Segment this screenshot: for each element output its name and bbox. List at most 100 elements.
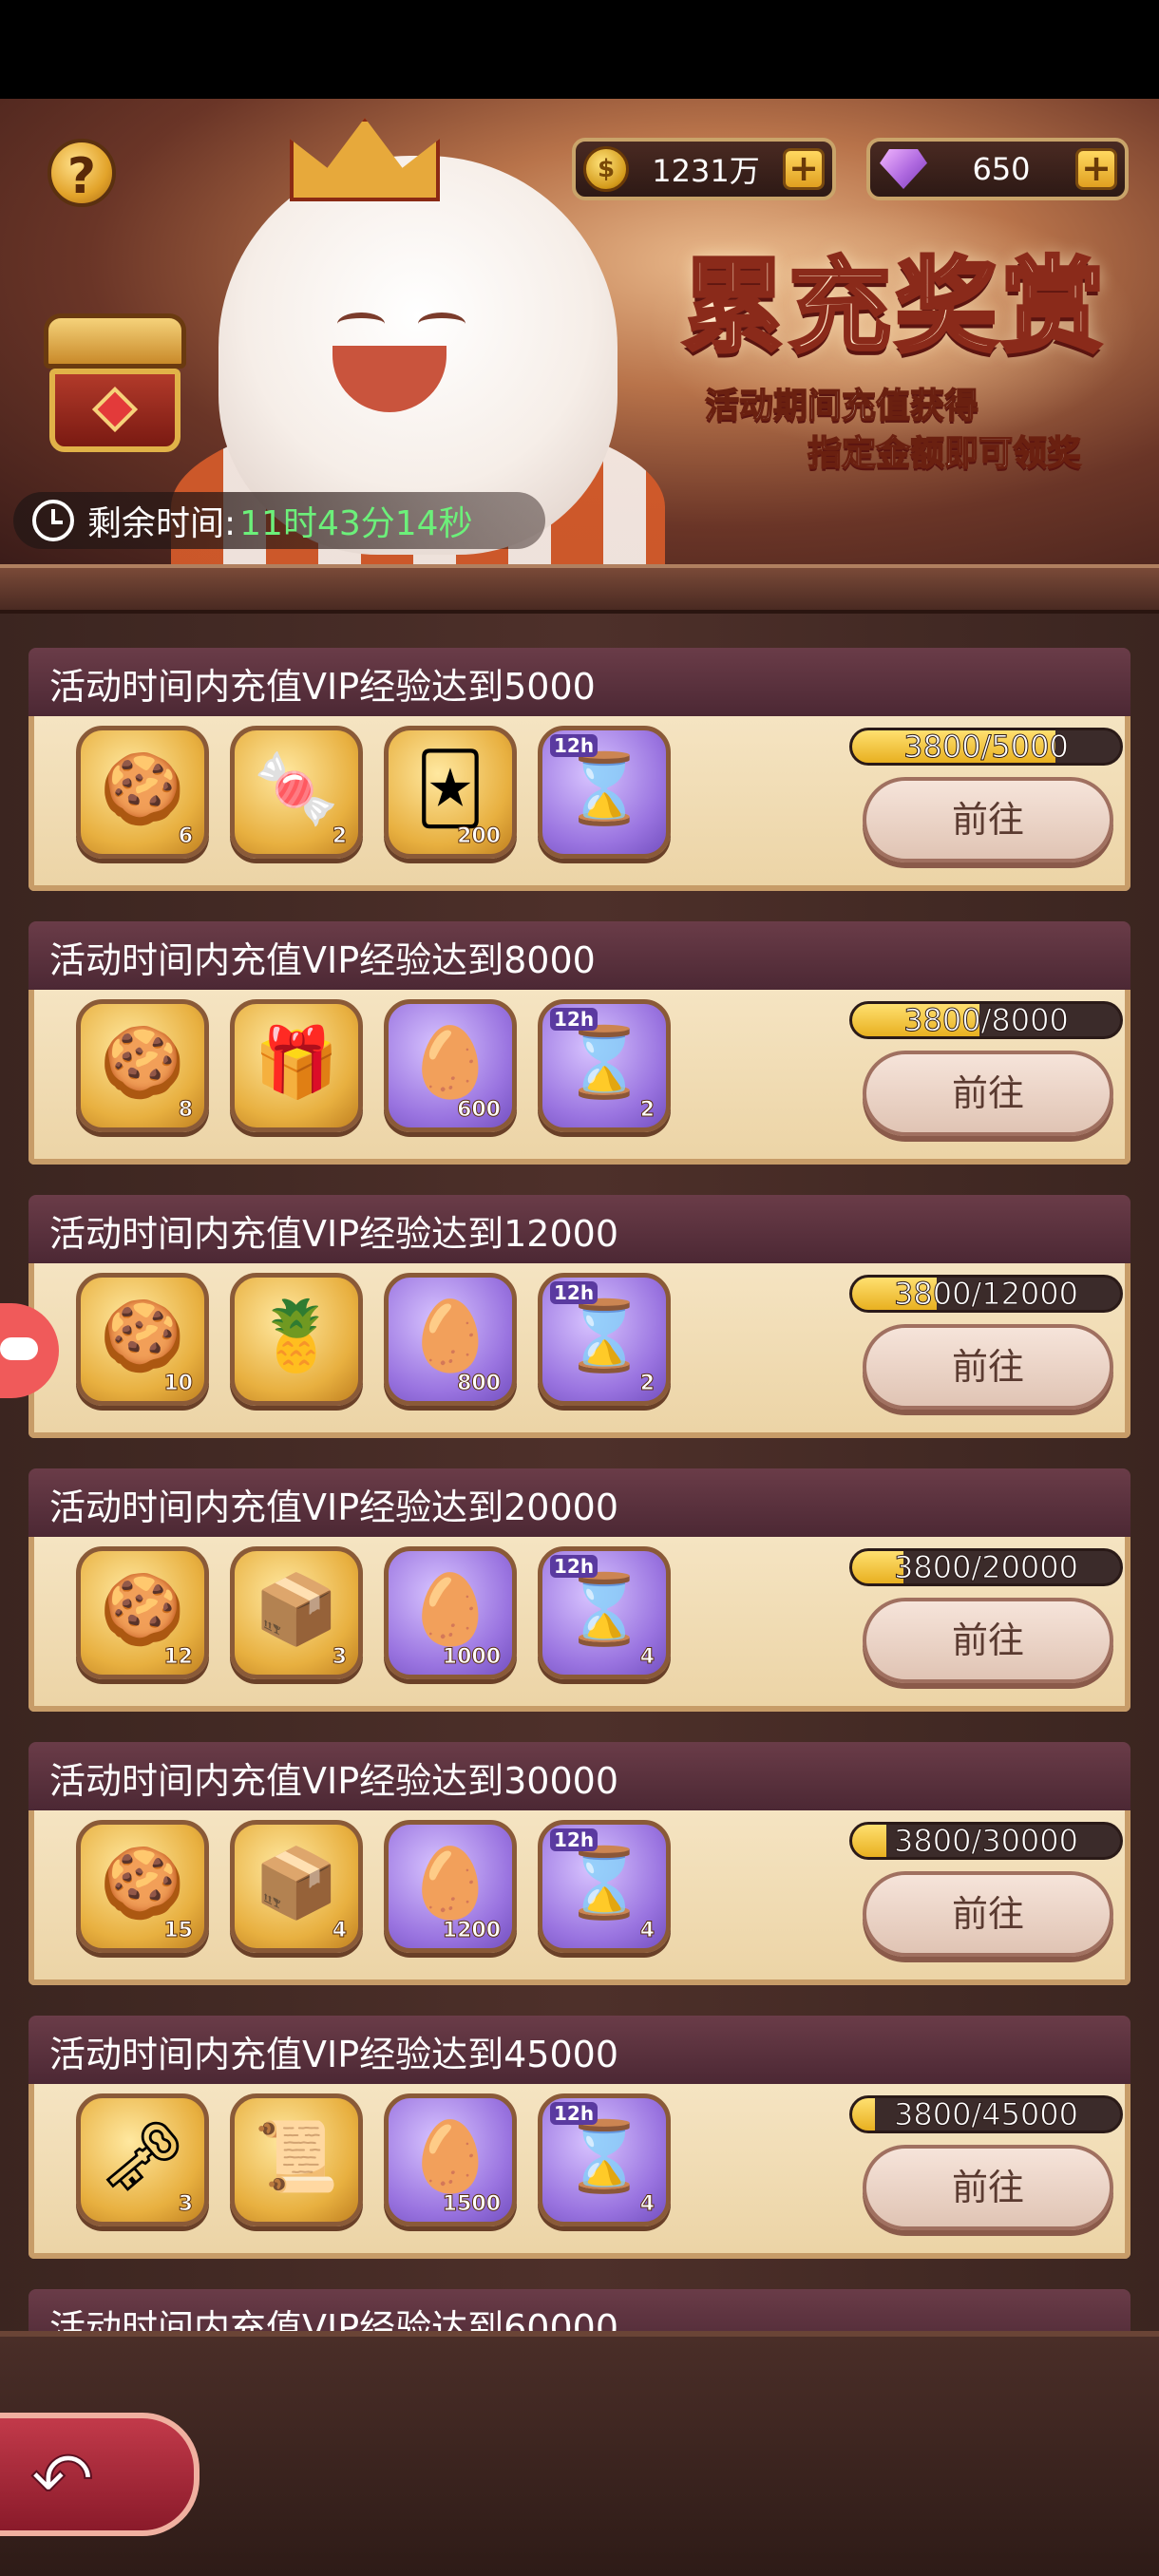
reward-item[interactable]: ⌛ 12h 2 — [538, 1273, 671, 1406]
go-button[interactable]: 前往 — [863, 1051, 1113, 1136]
reward-quantity: 4 — [639, 1919, 655, 1943]
help-button[interactable]: ? — [48, 139, 116, 207]
task-header: 活动时间内充值VIP经验达到12000 — [28, 1195, 1130, 1263]
reward-quantity: 3 — [178, 2192, 193, 2217]
reward-item[interactable]: 📦 4 — [230, 1820, 363, 1953]
gold-currency: $ 1231万 + — [572, 138, 836, 200]
task-card: 活动时间内充值VIP经验达到5000 🍪 6 🍬 2 🃏 200 ⌛ 12h 3800/5000 前… — [28, 614, 1130, 891]
reward-item[interactable]: 🥚 1200 — [384, 1820, 517, 1953]
task-label: 活动时间内充值VIP经验达到45000 — [49, 2034, 619, 2075]
reward-item[interactable]: 🍪 8 — [76, 999, 209, 1132]
reward-item[interactable]: 📦 3 — [230, 1546, 363, 1679]
gold-card-icon: 🃏 — [415, 748, 485, 828]
gingerbread-icon: 🍪 — [100, 1843, 185, 1923]
remaining-time: 剩余时间: 11时43分14秒 — [13, 492, 545, 549]
timer-label: 剩余时间: — [87, 504, 237, 543]
task-card: 活动时间内充值VIP经验达到12000 🍪 10 🍍 🥚 800 ⌛ 12h 2 3800/120… — [28, 1161, 1130, 1438]
go-button[interactable]: 前往 — [863, 2145, 1113, 2230]
seed-crystal-icon: 🥚 — [408, 2116, 493, 2196]
reward-item[interactable]: 🍪 6 — [76, 726, 209, 859]
clock-icon — [32, 500, 74, 541]
task-label: 活动时间内充值VIP经验达到60000 — [49, 2307, 619, 2331]
reward-item[interactable]: ⌛ 12h 4 — [538, 1820, 671, 1953]
task-card: 活动时间内充值VIP经验达到20000 🍪 12 📦 3 🥚 1000 ⌛ 12h 4 3800/2… — [28, 1434, 1130, 1712]
reward-item[interactable]: 🎁 — [230, 999, 363, 1132]
reward-item[interactable]: ⌛ 12h — [538, 726, 671, 859]
chest-lid — [44, 313, 186, 369]
reward-item[interactable]: 🃏 200 — [384, 726, 517, 859]
treasure-chest-icon[interactable] — [44, 313, 186, 456]
task-label: 活动时间内充值VIP经验达到30000 — [49, 1760, 619, 1802]
task-body: 🍪 15 📦 4 🥚 1200 ⌛ 12h 4 3800/30000 前往 — [28, 1810, 1130, 1985]
seed-crystal-icon: 🥚 — [408, 1569, 493, 1649]
duration-tag: 12h — [550, 2102, 598, 2125]
gingerbread-icon: 🍪 — [100, 1296, 185, 1375]
duration-tag: 12h — [550, 1555, 598, 1578]
reward-quantity: 2 — [332, 824, 347, 849]
progress-text: 3800/30000 — [893, 1823, 1078, 1859]
reward-item[interactable]: ⌛ 12h 4 — [538, 2093, 671, 2226]
duration-tag: 12h — [550, 1828, 598, 1851]
go-button[interactable]: 前往 — [863, 777, 1113, 862]
back-button[interactable]: ↶ — [0, 2413, 200, 2536]
seed-crystal-icon: 🥚 — [408, 1843, 493, 1923]
gingerbread-icon: 🍪 — [100, 1022, 185, 1102]
go-button[interactable]: 前往 — [863, 1598, 1113, 1683]
progress-text: 3800/8000 — [903, 1002, 1070, 1038]
reward-item[interactable]: 🍪 15 — [76, 1820, 209, 1953]
emblem-chest-icon: 🎁 — [254, 1022, 339, 1102]
gem-currency: 650 + — [866, 138, 1129, 200]
task-list[interactable]: 活动时间内充值VIP经验达到5000 🍪 6 🍬 2 🃏 200 ⌛ 12h 3800/5000 前… — [0, 614, 1159, 2331]
reward-quantity: 1000 — [442, 1645, 501, 1670]
task-card: 活动时间内充值VIP经验达到30000 🍪 15 📦 4 🥚 1200 ⌛ 12h 4 3800/3… — [28, 1708, 1130, 1985]
task-label: 活动时间内充值VIP经验达到20000 — [49, 1487, 619, 1528]
task-label: 活动时间内充值VIP经验达到5000 — [49, 666, 596, 708]
add-gem-button[interactable]: + — [1075, 148, 1117, 190]
event-subtitle-1: 活动期间充值获得 — [704, 386, 979, 426]
task-header: 活动时间内充值VIP经验达到30000 — [28, 1742, 1130, 1810]
reward-item[interactable]: 🥚 600 — [384, 999, 517, 1132]
go-button[interactable]: 前往 — [863, 1871, 1113, 1957]
reward-quantity: 3 — [332, 1645, 347, 1670]
reward-item[interactable]: ⌛ 12h 4 — [538, 1546, 671, 1679]
duration-tag: 12h — [550, 1008, 598, 1031]
task-card: 活动时间内充值VIP经验达到60000 — [28, 2255, 1130, 2331]
progress-text: 3800/5000 — [903, 729, 1070, 765]
reward-item[interactable]: 🍬 2 — [230, 726, 363, 859]
reward-quantity: 2 — [639, 1372, 655, 1396]
crown-icon — [290, 118, 440, 201]
duration-tag: 12h — [550, 734, 598, 757]
pineapple-badge-icon: 🍍 — [254, 1296, 339, 1375]
magic-key-icon: 🗝 — [99, 2116, 186, 2196]
reward-item[interactable]: 🍍 — [230, 1273, 363, 1406]
back-arrow-icon: ↶ — [29, 2434, 95, 2525]
reward-quantity: 2 — [639, 1098, 655, 1123]
task-header: 活动时间内充值VIP经验达到45000 — [28, 2016, 1130, 2084]
reward-item[interactable]: 🥚 800 — [384, 1273, 517, 1406]
gingerbread-icon: 🍪 — [100, 1569, 185, 1649]
reward-item[interactable]: ⌛ 12h 2 — [538, 999, 671, 1132]
reward-quantity: 1500 — [442, 2192, 501, 2217]
go-button[interactable]: 前往 — [863, 1324, 1113, 1410]
task-body: 🍪 6 🍬 2 🃏 200 ⌛ 12h 3800/5000 前往 — [28, 716, 1130, 891]
reward-quantity: 4 — [639, 1645, 655, 1670]
reward-quantity: 12 — [163, 1645, 194, 1670]
reward-item[interactable]: 📜 — [230, 2093, 363, 2226]
event-subtitle-2: 指定金额即可领奖 — [807, 433, 1082, 474]
reward-item[interactable]: 🥚 1500 — [384, 2093, 517, 2226]
hourglass-icon: ⌛ — [561, 1843, 647, 1923]
reward-item[interactable]: 🗝 3 — [76, 2093, 209, 2226]
reward-item[interactable]: 🍪 12 — [76, 1546, 209, 1679]
reward-quantity: 6 — [178, 824, 193, 849]
reward-item[interactable]: 🍪 10 — [76, 1273, 209, 1406]
reward-item[interactable]: 🥚 1000 — [384, 1546, 517, 1679]
mascot-eye-right — [418, 313, 466, 335]
reward-quantity: 15 — [163, 1919, 194, 1943]
task-label: 活动时间内充值VIP经验达到8000 — [49, 939, 596, 981]
task-body: 🍪 12 📦 3 🥚 1000 ⌛ 12h 4 3800/20000 前往 — [28, 1537, 1130, 1712]
gold-coin-icon: $ — [583, 146, 629, 192]
hourglass-icon: ⌛ — [561, 2116, 647, 2196]
hourglass-icon: ⌛ — [561, 1569, 647, 1649]
progress-bar: 3800/8000 — [849, 1001, 1123, 1039]
add-gold-button[interactable]: + — [783, 148, 825, 190]
